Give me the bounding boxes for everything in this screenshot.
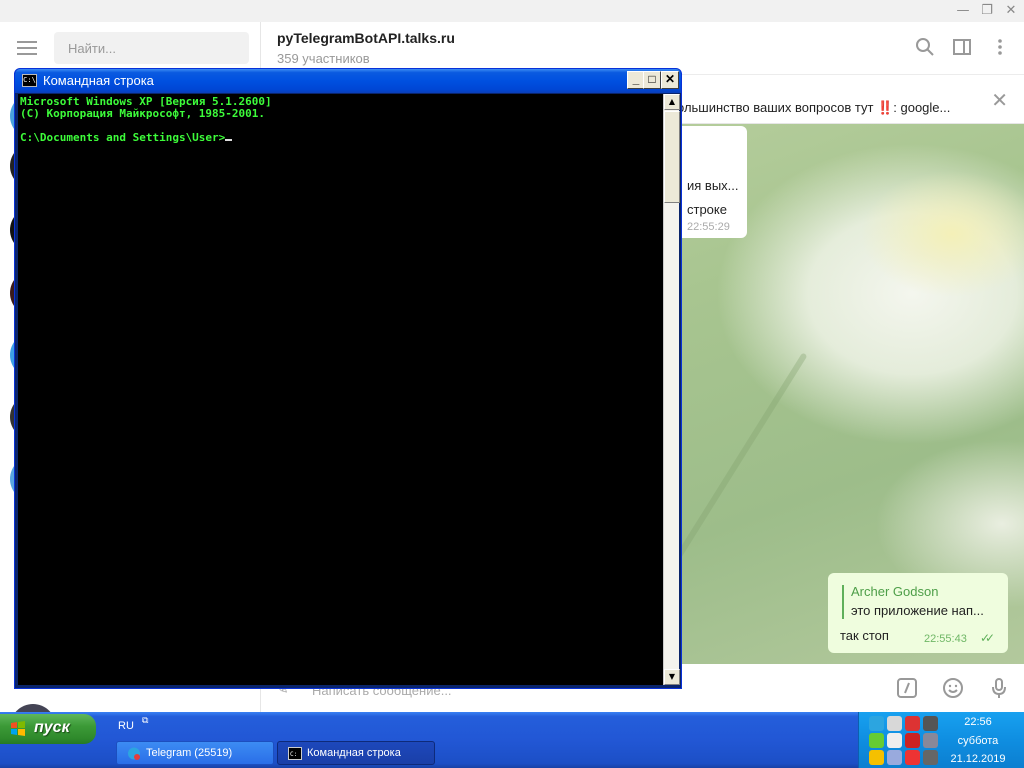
- cmd-icon: C:: [288, 747, 302, 760]
- windows-logo-icon: [11, 721, 25, 736]
- emoji-icon[interactable]: [941, 676, 965, 700]
- minimize-icon[interactable]: —: [950, 0, 976, 22]
- console-prompt: C:\Documents and Settings\User>: [20, 131, 226, 144]
- scroll-down-icon[interactable]: ▼: [664, 669, 680, 685]
- network-icon[interactable]: [887, 716, 902, 731]
- search-input[interactable]: [54, 32, 249, 64]
- update-icon[interactable]: [923, 733, 938, 748]
- microphone-icon[interactable]: [987, 676, 1011, 700]
- start-button[interactable]: пуск: [0, 714, 96, 744]
- taskbar-item-cmd[interactable]: C: Командная строка: [277, 741, 435, 765]
- hamburger-menu-icon[interactable]: [17, 41, 37, 55]
- antivirus-icon[interactable]: [905, 733, 920, 748]
- bot-command-icon[interactable]: [895, 676, 919, 700]
- reply-author[interactable]: Archer Godson: [851, 584, 938, 599]
- close-icon[interactable]: ✕: [991, 90, 1008, 110]
- system-tray: 22:56 суббота 21.12.2019: [858, 712, 1024, 768]
- clock-time[interactable]: 22:56: [943, 716, 1013, 728]
- incoming-message[interactable]: ия вых... строке 22:55:29: [677, 126, 747, 238]
- message-time: 22:55:43: [924, 633, 967, 645]
- task-label: Telegram (25519): [146, 747, 233, 759]
- message-text: ия вых...: [687, 178, 739, 193]
- language-bar-icon[interactable]: ⧉: [142, 716, 152, 728]
- console-line: (С) Корпорация Майкрософт, 1985-2001.: [20, 107, 266, 120]
- double-check-icon: ✓✓: [980, 631, 995, 645]
- sidebar-toggle-icon[interactable]: [951, 36, 973, 58]
- start-label: пуск: [34, 719, 70, 736]
- maximize-button[interactable]: □: [643, 71, 661, 89]
- close-button[interactable]: ✕: [661, 71, 679, 89]
- chat-member-count: 359 участников: [277, 51, 370, 66]
- close-icon[interactable]: ✕: [998, 0, 1024, 22]
- console-text: Microsoft Windows XP [Версия 5.1.2600] (…: [20, 96, 272, 144]
- media-icon[interactable]: [887, 750, 902, 765]
- window-title: Командная строка: [43, 73, 154, 88]
- message-text: строке: [687, 202, 727, 217]
- chat-title[interactable]: pyTelegramBotAPI.talks.ru: [277, 30, 455, 46]
- scroll-up-icon[interactable]: ▲: [664, 94, 680, 110]
- more-options-icon[interactable]: [989, 36, 1011, 58]
- shield-icon[interactable]: [905, 716, 920, 731]
- download-icon[interactable]: [869, 733, 884, 748]
- emoji-tray-icon[interactable]: [869, 750, 884, 765]
- cmd-app-icon[interactable]: C:\: [22, 74, 37, 87]
- svg-text:C:: C:: [290, 751, 297, 758]
- text-cursor: [225, 139, 233, 141]
- reply-text: это приложение нап...: [851, 603, 984, 618]
- vertical-scrollbar[interactable]: ▲ ▼: [663, 94, 680, 685]
- clock-day[interactable]: суббота: [943, 735, 1013, 747]
- clock-date[interactable]: 21.12.2019: [943, 753, 1013, 765]
- taskbar-item-telegram[interactable]: Telegram (25519): [116, 741, 274, 765]
- telegram-tray-icon[interactable]: [869, 716, 884, 731]
- scrollbar-thumb[interactable]: [664, 111, 680, 203]
- maximize-icon[interactable]: ❐: [974, 0, 1000, 22]
- outgoing-message[interactable]: Archer Godson это приложение нап... так …: [828, 573, 1008, 653]
- cmd-titlebar[interactable]: C:\ Командная строка _ □ ✕: [15, 69, 681, 93]
- taskbar: пуск RU ⧉ Telegram (25519) C: Командная …: [0, 712, 1024, 768]
- telegram-icon: [128, 747, 140, 760]
- message-time: 22:55:29: [687, 221, 730, 233]
- language-indicator[interactable]: RU: [118, 720, 134, 732]
- search-icon[interactable]: [914, 36, 936, 58]
- console-output[interactable]: Microsoft Windows XP [Версия 5.1.2600] (…: [18, 94, 663, 685]
- message-text: так стоп: [840, 628, 889, 643]
- pinned-message-text: ольшинство ваших вопросов тут ‼️: google…: [677, 100, 951, 115]
- telegram-titlebar: — ❐ ✕: [0, 0, 1024, 22]
- command-prompt-window[interactable]: C:\ Командная строка _ □ ✕ Microsoft Win…: [14, 68, 682, 689]
- task-label: Командная строка: [307, 747, 401, 759]
- reply-bar: [842, 585, 844, 619]
- notify-icon[interactable]: [923, 750, 938, 765]
- volume-icon[interactable]: [923, 716, 938, 731]
- user-avatar[interactable]: [10, 704, 56, 712]
- opera-icon[interactable]: [905, 750, 920, 765]
- torrent-icon[interactable]: [887, 733, 902, 748]
